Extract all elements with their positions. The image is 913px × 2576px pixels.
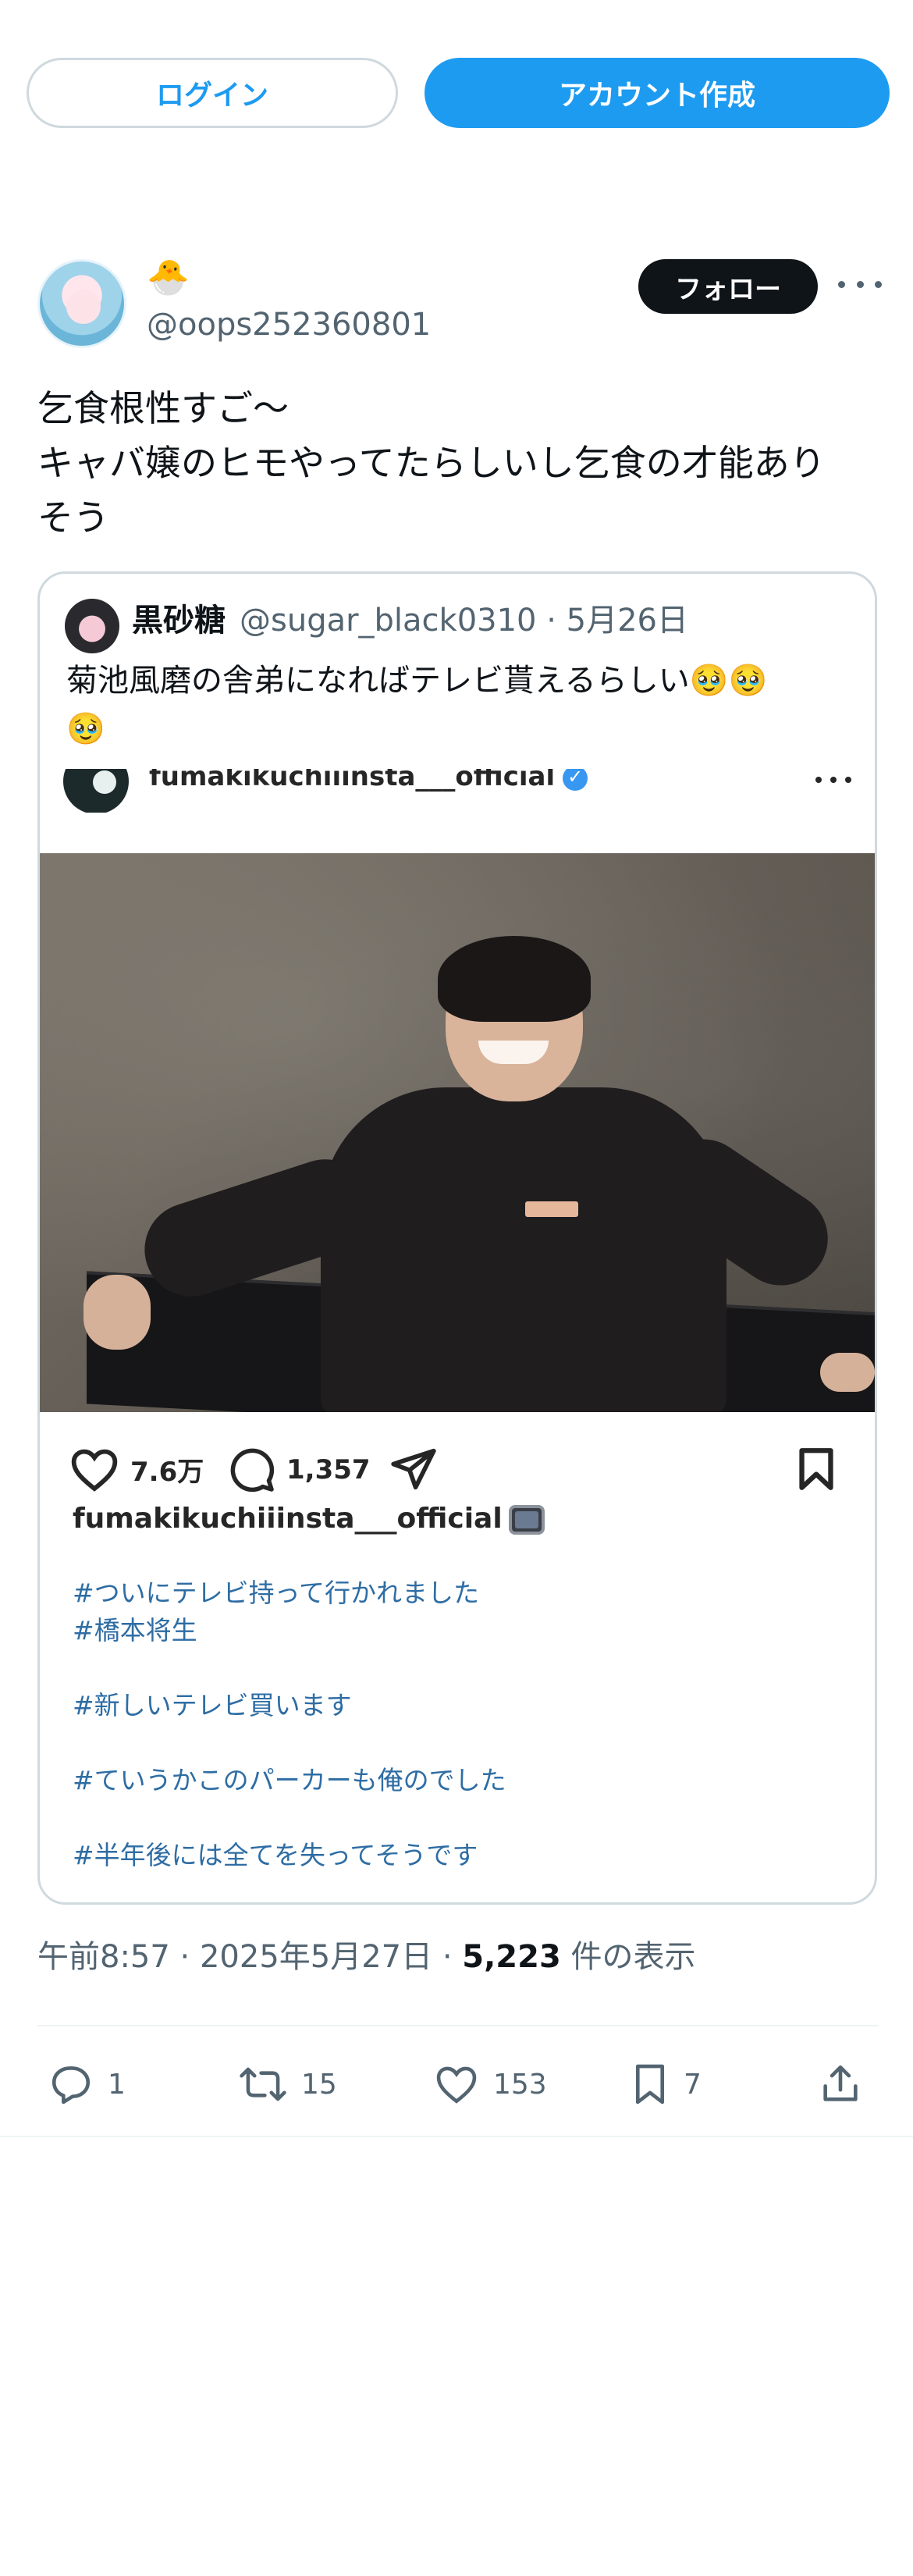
quote-photo[interactable] (40, 853, 875, 1412)
hashtag-list: #ついにテレビ持って行かれました #橋本将生 #新しいテレビ買います #ていうかこのパ… (73, 1574, 853, 1874)
hashtag-link[interactable]: #新しいテレビ買います (73, 1687, 853, 1724)
instagram-avatar (63, 769, 129, 813)
tweet-header: 🐣 @oops252360801 フォロー (0, 250, 913, 359)
hashtag-gap (73, 1649, 853, 1687)
divider (37, 2025, 879, 2026)
instagram-comment: 1,357 (229, 1446, 371, 1493)
divider (0, 2136, 913, 2137)
caption-username: fumakikuchiiinsta___official (73, 1503, 503, 1535)
instagram-header: fumakikuchiiinsta___official (40, 769, 875, 813)
share-icon (391, 1448, 436, 1490)
instagram-comment-count: 1,357 (286, 1454, 371, 1485)
avatar[interactable] (37, 259, 126, 348)
view-count-label: 件の表示 (560, 1939, 696, 1975)
quote-avatar (65, 599, 119, 653)
display-name[interactable]: 🐣 (147, 256, 190, 300)
bookmark-icon (635, 2064, 665, 2105)
quote-handle-date: @sugar_black0310 · 5月26日 (240, 603, 688, 639)
hashtag-gap (73, 1799, 853, 1837)
reply-button[interactable]: 1 (48, 2053, 126, 2115)
like-button[interactable]: 153 (434, 2053, 547, 2115)
create-account-button[interactable]: アカウント作成 (425, 58, 890, 128)
instagram-share (389, 1446, 438, 1492)
instagram-save (795, 1446, 837, 1492)
quote-header: 黒砂糖 @sugar_black0310 · 5月26日 (40, 574, 875, 653)
reply-count: 1 (108, 2068, 126, 2101)
view-count: 5,223 (462, 1939, 561, 1975)
hashtag-link[interactable]: #半年後には全てを失ってそうです (73, 1837, 853, 1874)
instagram-actions: 7.6万 1,357 (40, 1412, 875, 1514)
heart-icon (71, 1449, 118, 1492)
follow-button[interactable]: フォロー (638, 259, 818, 314)
repost-icon (240, 2067, 286, 2101)
user-handle[interactable]: @oops252360801 (147, 304, 431, 345)
heart-icon (436, 2066, 477, 2104)
hashtag-link[interactable]: #ていうかこのパーカーも俺のでした (73, 1762, 853, 1799)
bookmark-count: 7 (684, 2068, 702, 2101)
quoted-tweet[interactable]: 黒砂糖 @sugar_black0310 · 5月26日 菊池風磨の舎弟になれば… (37, 571, 877, 1905)
repost-count: 15 (301, 2068, 337, 2101)
instagram-like: 7.6万 (69, 1446, 204, 1492)
share-button[interactable] (818, 2053, 863, 2115)
hashtag-gap (73, 1724, 853, 1762)
more-options-icon[interactable] (838, 269, 882, 300)
quote-display-name: 黒砂糖 (132, 603, 226, 639)
tweet-timestamp: 午前8:57 · 2025年5月27日 · 5,223 件の表示 (37, 1936, 696, 1978)
timestamp-text: 午前8:57 · 2025年5月27日 · (37, 1939, 463, 1975)
top-bar: ログイン アカウント作成 (0, 0, 913, 180)
hashtag-link[interactable]: #ついにテレビ持って行かれました (73, 1574, 853, 1612)
verified-badge-icon (563, 769, 588, 791)
person-hoodie (321, 1087, 726, 1412)
reply-icon (52, 2066, 91, 2105)
bookmark-icon (799, 1448, 833, 1490)
tweet-actions: 1 15 153 7 (0, 2053, 913, 2115)
television-icon (508, 1505, 545, 1535)
tweet-text: 乞食根性すご〜 キャバ嬢のヒモやってたらしいし乞食の才能あり そう (37, 387, 826, 539)
share-icon (823, 2065, 858, 2101)
instagram-like-count: 7.6万 (130, 1456, 204, 1488)
quote-text: 菊池風磨の舎弟になればテレビ貰えるらしい🥹🥹 🥹 (66, 663, 768, 747)
instagram-more-icon (815, 772, 851, 788)
bookmark-button[interactable]: 7 (631, 2053, 702, 2115)
comment-icon (230, 1448, 275, 1493)
login-button[interactable]: ログイン (27, 58, 398, 128)
instagram-username: fumakikuchiiinsta___official (149, 769, 556, 792)
like-count: 153 (493, 2068, 547, 2101)
hashtag-link[interactable]: #橋本将生 (73, 1612, 853, 1649)
repost-button[interactable]: 15 (239, 2053, 337, 2115)
